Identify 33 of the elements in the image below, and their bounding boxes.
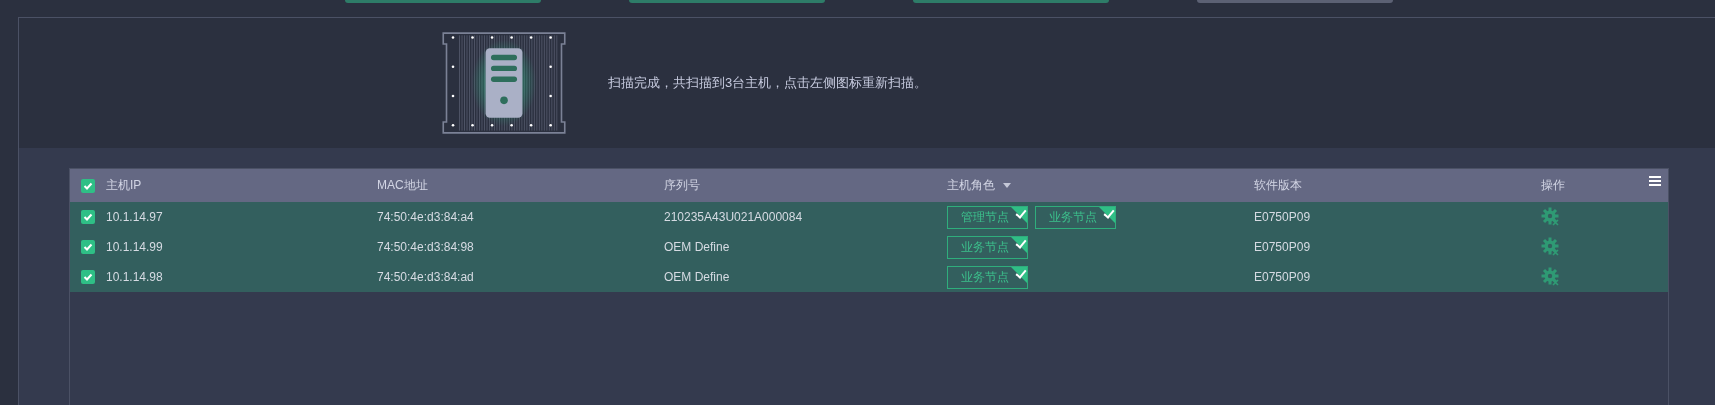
table-cell: 210235A43U021A000084 xyxy=(664,210,803,224)
role-tag[interactable]: 业务节点 xyxy=(947,235,1028,259)
column-header: 软件版本 xyxy=(1254,177,1302,194)
column-header: 主机IP xyxy=(106,177,142,194)
row-checkbox[interactable] xyxy=(81,270,95,284)
table-cell: E0750P09 xyxy=(1254,210,1311,224)
server-scan-icon[interactable] xyxy=(440,31,568,135)
role-tag[interactable]: 业务节点 xyxy=(947,265,1028,289)
table-cell: 74:50:4e:d3:84:a4 xyxy=(377,210,474,224)
table-cell: 10.1.14.97 xyxy=(106,210,163,224)
gear-icon[interactable] xyxy=(1541,267,1561,287)
row-checkbox[interactable] xyxy=(81,240,95,254)
table-cell: E0750P09 xyxy=(1254,240,1311,254)
gear-icon[interactable] xyxy=(1541,207,1561,227)
table-cell: OEM Define xyxy=(664,270,730,284)
caret-icon[interactable] xyxy=(1003,183,1011,188)
row-checkbox[interactable] xyxy=(81,210,95,224)
scan-status-text: 扫描完成，共扫描到3台主机，点击左侧图标重新扫描。 xyxy=(608,74,928,92)
table-cell: 10.1.14.98 xyxy=(106,270,163,284)
table-cell: OEM Define xyxy=(664,240,730,254)
column-header: 操作 xyxy=(1541,177,1565,194)
gear-icon[interactable] xyxy=(1541,237,1561,257)
table-cell: 10.1.14.99 xyxy=(106,240,163,254)
table-cell: 74:50:4e:d3:84:ad xyxy=(377,270,474,284)
table-cell: E0750P09 xyxy=(1254,270,1311,284)
column-header: MAC地址 xyxy=(377,177,428,194)
role-tag[interactable]: 业务节点 xyxy=(1035,205,1116,229)
role-tag[interactable]: 管理节点 xyxy=(947,205,1028,229)
column-header: 主机角色 xyxy=(947,177,995,194)
select-all-checkbox[interactable] xyxy=(81,178,95,193)
table-cell: 74:50:4e:d3:84:98 xyxy=(377,240,474,254)
menu-icon[interactable] xyxy=(1649,176,1661,186)
column-header: 序列号 xyxy=(664,177,700,194)
